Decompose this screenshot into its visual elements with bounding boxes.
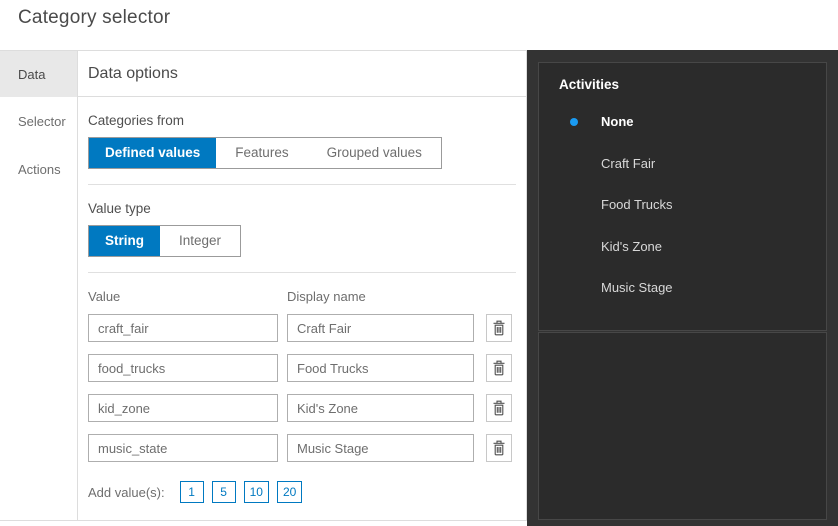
add-values-button-5[interactable]: 5 bbox=[212, 481, 236, 503]
categories-from-section: Categories from Defined valuesFeaturesGr… bbox=[88, 113, 516, 169]
empty-widget-placeholder bbox=[538, 332, 827, 520]
trash-icon bbox=[492, 360, 506, 376]
preview-option-label: Food Trucks bbox=[601, 197, 673, 212]
preview-option-craft-fair[interactable]: Craft Fair bbox=[539, 143, 826, 185]
value-row-music-state bbox=[88, 434, 516, 462]
display-name-input[interactable] bbox=[287, 354, 474, 382]
display-name-input[interactable] bbox=[287, 314, 474, 342]
preview-option-label: None bbox=[601, 114, 634, 129]
value-row-food-trucks bbox=[88, 354, 516, 382]
preview-panel: Activities None Craft Fair Food Trucks Kid'… bbox=[527, 50, 838, 526]
value-input[interactable] bbox=[88, 394, 278, 422]
activities-options: None Craft Fair Food Trucks Kid's Zone Music… bbox=[539, 101, 826, 309]
activities-widget: Activities None Craft Fair Food Trucks Kid'… bbox=[538, 62, 827, 331]
values-table-header: Value Display name bbox=[88, 289, 516, 304]
sidebar: DataSelectorActions bbox=[0, 51, 78, 520]
values-table bbox=[88, 314, 516, 462]
preview-option-food-trucks[interactable]: Food Trucks bbox=[539, 184, 826, 226]
display-name-input[interactable] bbox=[287, 434, 474, 462]
value-input[interactable] bbox=[88, 314, 278, 342]
trash-icon bbox=[492, 320, 506, 336]
value-input[interactable] bbox=[88, 354, 278, 382]
value-type-label: Value type bbox=[88, 201, 516, 216]
preview-option-music-stage[interactable]: Music Stage bbox=[539, 267, 826, 309]
categories-from-option-grouped-values[interactable]: Grouped values bbox=[308, 138, 441, 168]
preview-option-label: Music Stage bbox=[601, 280, 673, 295]
categories-from-control: Defined valuesFeaturesGrouped values bbox=[88, 137, 442, 169]
page-title: Category selector bbox=[18, 7, 170, 29]
value-row-craft-fair bbox=[88, 314, 516, 342]
radio-dot-icon bbox=[570, 118, 578, 126]
value-type-control: StringInteger bbox=[88, 225, 241, 257]
add-values-label: Add value(s): bbox=[88, 485, 165, 500]
panel-title: Data options bbox=[78, 51, 526, 97]
categories-from-label: Categories from bbox=[88, 113, 516, 128]
add-values-button-20[interactable]: 20 bbox=[277, 481, 302, 503]
preview-option-label: Kid's Zone bbox=[601, 239, 662, 254]
trash-icon bbox=[492, 440, 506, 456]
values-section: Value Display name Add value(s): 15 10 20 bbox=[88, 289, 516, 503]
value-input[interactable] bbox=[88, 434, 278, 462]
add-values-row: Add value(s): 15 10 20 bbox=[88, 481, 516, 503]
sidebar-item-actions[interactable]: Actions bbox=[0, 145, 77, 193]
add-values-buttons: 15 10 20 bbox=[172, 481, 303, 503]
delete-row-button[interactable] bbox=[486, 434, 512, 462]
panel-body: Categories from Defined valuesFeaturesGr… bbox=[78, 97, 526, 503]
settings-area: DataSelectorActions Data options Categor… bbox=[0, 50, 527, 521]
preview-option-kid-s-zone[interactable]: Kid's Zone bbox=[539, 226, 826, 268]
delete-row-button[interactable] bbox=[486, 354, 512, 382]
display-name-input[interactable] bbox=[287, 394, 474, 422]
value-type-option-string[interactable]: String bbox=[89, 226, 160, 256]
preview-option-none[interactable]: None bbox=[539, 101, 826, 143]
value-column-label: Value bbox=[88, 289, 287, 304]
value-row-kid-zone bbox=[88, 394, 516, 422]
display-name-column-label: Display name bbox=[287, 289, 366, 304]
add-values-button-1[interactable]: 1 bbox=[180, 481, 204, 503]
divider bbox=[88, 184, 516, 185]
sidebar-item-selector[interactable]: Selector bbox=[0, 97, 77, 145]
sidebar-item-data[interactable]: Data bbox=[0, 51, 77, 97]
categories-from-option-features[interactable]: Features bbox=[216, 138, 307, 168]
app-window: Category selector DataSelectorActions Da… bbox=[0, 0, 838, 526]
categories-from-option-defined-values[interactable]: Defined values bbox=[89, 138, 216, 168]
add-values-button-10[interactable]: 10 bbox=[244, 481, 269, 503]
divider bbox=[88, 272, 516, 273]
value-type-section: Value type StringInteger bbox=[88, 201, 516, 257]
value-type-option-integer[interactable]: Integer bbox=[160, 226, 240, 256]
activities-title: Activities bbox=[539, 77, 826, 92]
preview-option-label: Craft Fair bbox=[601, 156, 655, 171]
trash-icon bbox=[492, 400, 506, 416]
delete-row-button[interactable] bbox=[486, 314, 512, 342]
delete-row-button[interactable] bbox=[486, 394, 512, 422]
data-options-panel: Data options Categories from Defined val… bbox=[78, 51, 526, 520]
